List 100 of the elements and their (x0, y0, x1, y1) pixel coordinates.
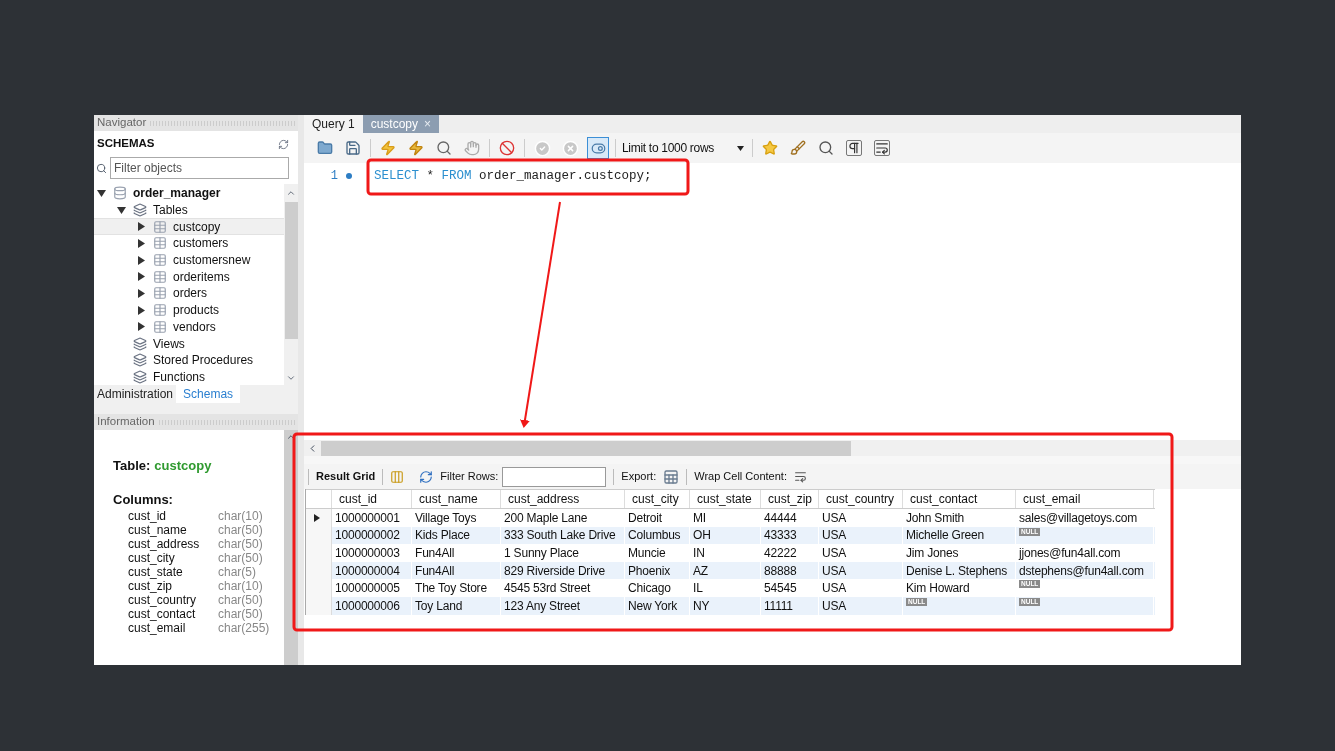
table-cell-text: USA (822, 580, 847, 598)
refresh-icon[interactable] (278, 138, 289, 150)
panel-title: Navigator (97, 115, 147, 131)
column-name: cust_email (128, 621, 187, 635)
database-icon (113, 186, 127, 201)
column-name: cust_name (128, 523, 188, 537)
export-label: Export: (621, 469, 657, 485)
scrollbar[interactable] (304, 440, 1241, 456)
table-cell-text: Detroit (628, 509, 662, 527)
table-cell-text: sales@villagetoys.com (1019, 509, 1138, 527)
table-icon (153, 219, 167, 234)
column-header[interactable]: cust_contact (903, 490, 1016, 508)
pilcrow-icon[interactable] (843, 137, 865, 159)
tree-label: orderitems (173, 268, 230, 286)
table-cell-text: IN (693, 545, 705, 562)
column-header[interactable]: cust_id (332, 490, 412, 508)
column-type: char(255) (218, 621, 270, 635)
column-type: char(50) (218, 523, 263, 537)
panel-title: Information (97, 414, 155, 430)
tree-label: Functions (153, 368, 206, 385)
tree-item[interactable]: orderitems (94, 268, 284, 286)
editor-tab[interactable]: Query 1 (304, 115, 363, 133)
editor-area[interactable]: 1 SELECT * FROM order_manager.custcopy; (304, 163, 1241, 440)
column-type: char(10) (218, 579, 263, 593)
table-cell-text: 1000000003 (335, 545, 400, 562)
table-cell-text: 829 Riverside Drive (504, 562, 605, 580)
search-icon (96, 162, 107, 174)
column-header[interactable]: cust_city (625, 490, 690, 508)
table-cell-text: IL (693, 580, 703, 598)
panel-tab[interactable]: Schemas (176, 385, 241, 403)
tree-item[interactable]: orders (94, 285, 284, 302)
table-cell-text: jjones@fun4all.com (1019, 545, 1121, 562)
column-header[interactable]: cust_country (819, 490, 903, 508)
result-grid-label[interactable]: Result Grid (316, 468, 376, 485)
table-cell-text: Kids Place (415, 527, 470, 545)
filter-rows-field[interactable] (502, 466, 607, 487)
table-cell-text: 42222 (764, 545, 797, 562)
limit-dropdown[interactable]: Limit to 1000 rows (622, 139, 746, 157)
tree-label: customers (173, 235, 229, 253)
tree-item[interactable]: Stored Procedures (94, 351, 284, 369)
dropdown-caret-icon[interactable] (737, 145, 744, 151)
column-header[interactable]: cust_email (1016, 490, 1154, 508)
panel-tab[interactable]: Administration (94, 385, 177, 403)
wrap-icon[interactable] (793, 470, 807, 483)
table-cell-text: 1000000004 (335, 562, 400, 580)
info-label: Columns: (113, 490, 173, 509)
table-cell-text: USA (822, 597, 847, 615)
tree-item[interactable]: Views (94, 335, 284, 352)
tree-label: orders (173, 285, 207, 303)
section-title: SCHEMAS (97, 136, 155, 152)
table-cell-text: 11111 (764, 597, 793, 615)
tree-label: Views (153, 335, 185, 353)
folder-stack-icon (133, 353, 147, 368)
tree-item[interactable]: vendors (94, 318, 284, 336)
scroll-up-icon[interactable] (286, 432, 296, 442)
tree-item[interactable]: customers (94, 235, 284, 252)
info-label: Table: (113, 457, 151, 475)
filter-label: Filter Rows: (440, 469, 499, 485)
table-cell-text: OH (693, 527, 711, 545)
table-cell-text: New York (628, 597, 678, 615)
column-header[interactable]: cust_name (412, 490, 501, 508)
current-row-icon (314, 513, 320, 522)
table-cell-text: MI (693, 509, 706, 527)
tree-item[interactable]: customersnew (94, 251, 284, 269)
caret-icon[interactable] (117, 205, 126, 215)
column-type: char(5) (218, 565, 256, 579)
table-cell-text: Village Toys (415, 509, 477, 527)
table-cell-text: 1000000005 (335, 580, 400, 598)
column-header[interactable]: cust_state (690, 490, 761, 508)
export-icon[interactable] (663, 468, 680, 485)
scrollbar[interactable] (284, 184, 298, 385)
column-type: char(50) (218, 551, 263, 565)
column-header[interactable]: cust_address (501, 490, 625, 508)
grid-icon[interactable] (390, 469, 405, 484)
tree-item[interactable]: Functions (94, 368, 284, 385)
column-name: cust_zip (128, 579, 174, 593)
wrap-icon[interactable] (871, 137, 893, 159)
row-header[interactable] (306, 509, 332, 527)
tree-label: products (173, 302, 220, 320)
scroll-down-icon[interactable] (286, 373, 296, 383)
table-cell-text: 1000000006 (335, 597, 400, 615)
table-cell-text: Kim Howard (906, 580, 970, 598)
tree-item[interactable]: order_manager (94, 185, 284, 202)
column-name: cust_id (128, 509, 168, 523)
tree-item[interactable]: custcopy (94, 218, 284, 236)
refresh-icon[interactable] (419, 469, 434, 484)
column-header[interactable]: cust_zip (761, 490, 819, 508)
column-type: char(50) (218, 593, 263, 607)
scroll-thumb[interactable] (284, 202, 298, 339)
table-cell-text: NY (693, 597, 710, 615)
table-cell-text: 1 Sunny Place (504, 545, 579, 562)
caret-icon[interactable] (97, 188, 106, 198)
table-cell-text: 44444 (764, 509, 797, 527)
table-cell-text: USA (822, 527, 847, 545)
filter-field[interactable]: Filter objects (110, 157, 289, 179)
scroll-thumb[interactable] (321, 440, 851, 456)
tree-item[interactable]: Tables (94, 201, 284, 219)
scroll-up-icon[interactable] (286, 188, 296, 198)
tree-item[interactable]: products (94, 301, 284, 319)
column-name: cust_address (128, 537, 201, 551)
